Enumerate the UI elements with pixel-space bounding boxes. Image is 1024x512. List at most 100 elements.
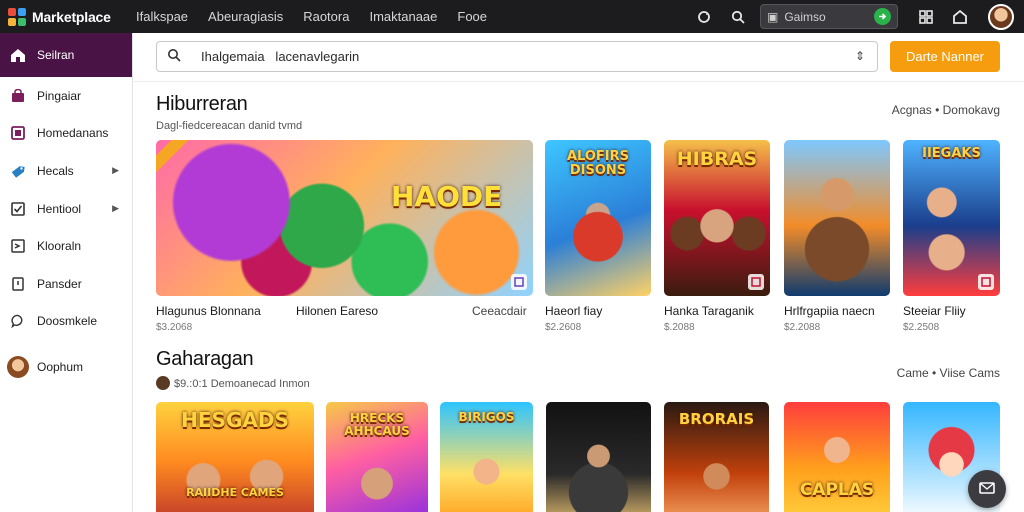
top-nav-item[interactable]: Fooe bbox=[457, 9, 487, 24]
game-price: $.2088 bbox=[664, 322, 695, 333]
platform-badge-icon bbox=[511, 274, 527, 290]
game-card[interactable]: ALOFIRS DISONS bbox=[545, 140, 651, 296]
message-icon bbox=[979, 482, 995, 494]
section-title: Gaharagan bbox=[156, 348, 254, 370]
game-price: $2.2608 bbox=[545, 322, 582, 333]
game-card-feature[interactable]: HAODE bbox=[156, 140, 533, 296]
sidebar-item-4[interactable]: Hentiool ▶ bbox=[0, 190, 132, 228]
platform-badge-icon bbox=[748, 274, 764, 290]
game-price: $3.2068 bbox=[156, 322, 193, 333]
game-card[interactable]: BIRIGOS bbox=[440, 402, 533, 512]
user-avatar[interactable] bbox=[988, 3, 1014, 30]
game-card[interactable] bbox=[784, 140, 890, 296]
app-logo[interactable]: Marketplace bbox=[0, 7, 136, 26]
home-outline-icon[interactable] bbox=[948, 5, 972, 29]
search-icon bbox=[167, 48, 181, 65]
chevron-right-icon: ▶ bbox=[112, 203, 119, 214]
chat-icon bbox=[10, 313, 26, 329]
game-card[interactable] bbox=[546, 402, 651, 512]
card-headline: IIEGAKS bbox=[922, 146, 981, 161]
sidebar-item-home[interactable]: Seilran bbox=[0, 33, 132, 77]
game-title[interactable]: Hilonen Eareso bbox=[296, 304, 378, 318]
game-card[interactable]: HIBRAS bbox=[664, 140, 770, 296]
logo-icon bbox=[8, 7, 26, 26]
sidebar-item-2[interactable]: Homedanans bbox=[0, 115, 132, 153]
sidebar-item-label: Pingaiar bbox=[37, 88, 82, 103]
search-icon[interactable] bbox=[726, 5, 750, 29]
card-headline: HESGADS bbox=[181, 408, 289, 432]
sidebar-item-label: Pansder bbox=[37, 276, 82, 291]
tag-icon bbox=[10, 163, 26, 179]
sidebar-item-label: Klooraln bbox=[37, 239, 82, 254]
card-headline: CAPLAS bbox=[799, 480, 875, 500]
sidebar-item-3[interactable]: Hecals ▶ bbox=[0, 152, 132, 190]
apps-grid-icon[interactable] bbox=[914, 5, 938, 29]
go-icon[interactable] bbox=[874, 8, 891, 25]
sidebar-item-1[interactable]: Pingaiar bbox=[0, 77, 132, 115]
top-search-input[interactable]: ▣ Gaimso bbox=[760, 4, 898, 29]
chevron-right-icon: ▶ bbox=[112, 165, 119, 176]
sidebar-item-label: Hecals bbox=[37, 163, 74, 178]
main-content: Ihalgemaia lacenavlegarin ⇕ Darte Nanner… bbox=[134, 33, 1024, 512]
search-input[interactable]: Ihalgemaia lacenavlegarin ⇕ bbox=[156, 41, 878, 72]
game-card[interactable]: BRORAIS bbox=[664, 402, 769, 512]
chat-fab-button[interactable] bbox=[968, 470, 1006, 508]
section-subtitle: Dagl-fiedcereacan danid tvmd bbox=[156, 120, 303, 132]
section-subtitle: $9.:0:1 Demoanecad Inmon bbox=[174, 378, 310, 390]
platform-badge-icon bbox=[978, 274, 994, 290]
sidebar-item-label: Oophum bbox=[37, 359, 84, 374]
card-artwork bbox=[156, 140, 533, 296]
game-price: $2.2508 bbox=[903, 322, 940, 333]
sidebar: Seilran Pingaiar Homedanans Hecals ▶ Hen… bbox=[0, 33, 133, 512]
game-title[interactable]: Haeorl fiay bbox=[545, 304, 602, 318]
sidebar-item-7[interactable]: Doosmkele bbox=[0, 303, 132, 341]
top-nav-item[interactable]: Ifalkspae bbox=[136, 9, 188, 24]
game-title[interactable]: Hanka Taraganik bbox=[664, 304, 754, 318]
top-nav-item[interactable]: Raotora bbox=[303, 9, 349, 24]
refresh-icon[interactable] bbox=[692, 5, 716, 29]
section-link[interactable]: Acgnas • Domokavg bbox=[892, 103, 1000, 117]
top-nav-item[interactable]: Imaktanaae bbox=[369, 9, 437, 24]
card-artwork bbox=[784, 140, 890, 296]
game-title[interactable]: Steeiar Fliiy bbox=[903, 304, 966, 318]
game-card[interactable]: HRECKS AHHCAUS bbox=[326, 402, 428, 512]
game-card[interactable]: CAPLAS bbox=[784, 402, 890, 512]
checkbox-icon bbox=[10, 201, 26, 217]
section-title: Hiburreran bbox=[156, 93, 248, 115]
card-headline: HAODE bbox=[391, 180, 503, 213]
top-nav: Ifalkspae Abeuragiasis Raotora Imaktanaa… bbox=[136, 9, 507, 24]
card-subheadline: RAIIDHE CAMES bbox=[186, 486, 284, 499]
sort-icon[interactable]: ⇕ bbox=[855, 49, 865, 63]
sidebar-item-6[interactable]: Pansder bbox=[0, 265, 132, 303]
search-value: Ihalgemaia lacenavlegarin bbox=[201, 49, 360, 64]
card-headline: BIRIGOS bbox=[458, 410, 515, 424]
home-icon bbox=[10, 47, 26, 63]
game-title[interactable]: Hlagunus Blonnana bbox=[156, 304, 261, 318]
picture-icon bbox=[10, 125, 26, 141]
bag-icon bbox=[10, 88, 26, 104]
card-headline: BRORAIS bbox=[678, 410, 755, 428]
app-name: Marketplace bbox=[32, 8, 111, 25]
sidebar-item-5[interactable]: Klooraln bbox=[0, 227, 132, 265]
top-nav-item[interactable]: Abeuragiasis bbox=[208, 9, 283, 24]
game-title[interactable]: Hrlfrgapiia naecn bbox=[784, 304, 875, 318]
top-search-placeholder: Gaimso bbox=[784, 9, 826, 24]
sidebar-item-label: Doosmkele bbox=[37, 314, 98, 329]
divider bbox=[134, 81, 1024, 82]
subtitle-avatar bbox=[156, 376, 170, 390]
card-headline: HRECKS AHHCAUS bbox=[344, 411, 410, 438]
section-link[interactable]: Came • Viise Cams bbox=[897, 366, 1000, 380]
card-headline: ALOFIRS DISONS bbox=[566, 149, 630, 178]
sidebar-item-label: Hentiool bbox=[37, 201, 82, 216]
page-icon bbox=[10, 276, 26, 292]
sidebar-item-8[interactable]: Oophum bbox=[0, 348, 132, 386]
primary-cta-button[interactable]: Darte Nanner bbox=[890, 41, 1000, 72]
game-card[interactable]: HESGADS RAIIDHE CAMES bbox=[156, 402, 314, 512]
game-card[interactable]: IIEGAKS bbox=[903, 140, 1000, 296]
sidebar-item-label: Homedanans bbox=[37, 126, 109, 141]
game-title[interactable]: Ceeacdair bbox=[472, 304, 527, 318]
top-actions: ▣ Gaimso bbox=[692, 0, 1014, 33]
game-price: $2.2088 bbox=[784, 322, 821, 333]
top-bar: Marketplace Ifalkspae Abeuragiasis Raoto… bbox=[0, 0, 1024, 33]
top-search-icon: ▣ bbox=[767, 9, 779, 24]
